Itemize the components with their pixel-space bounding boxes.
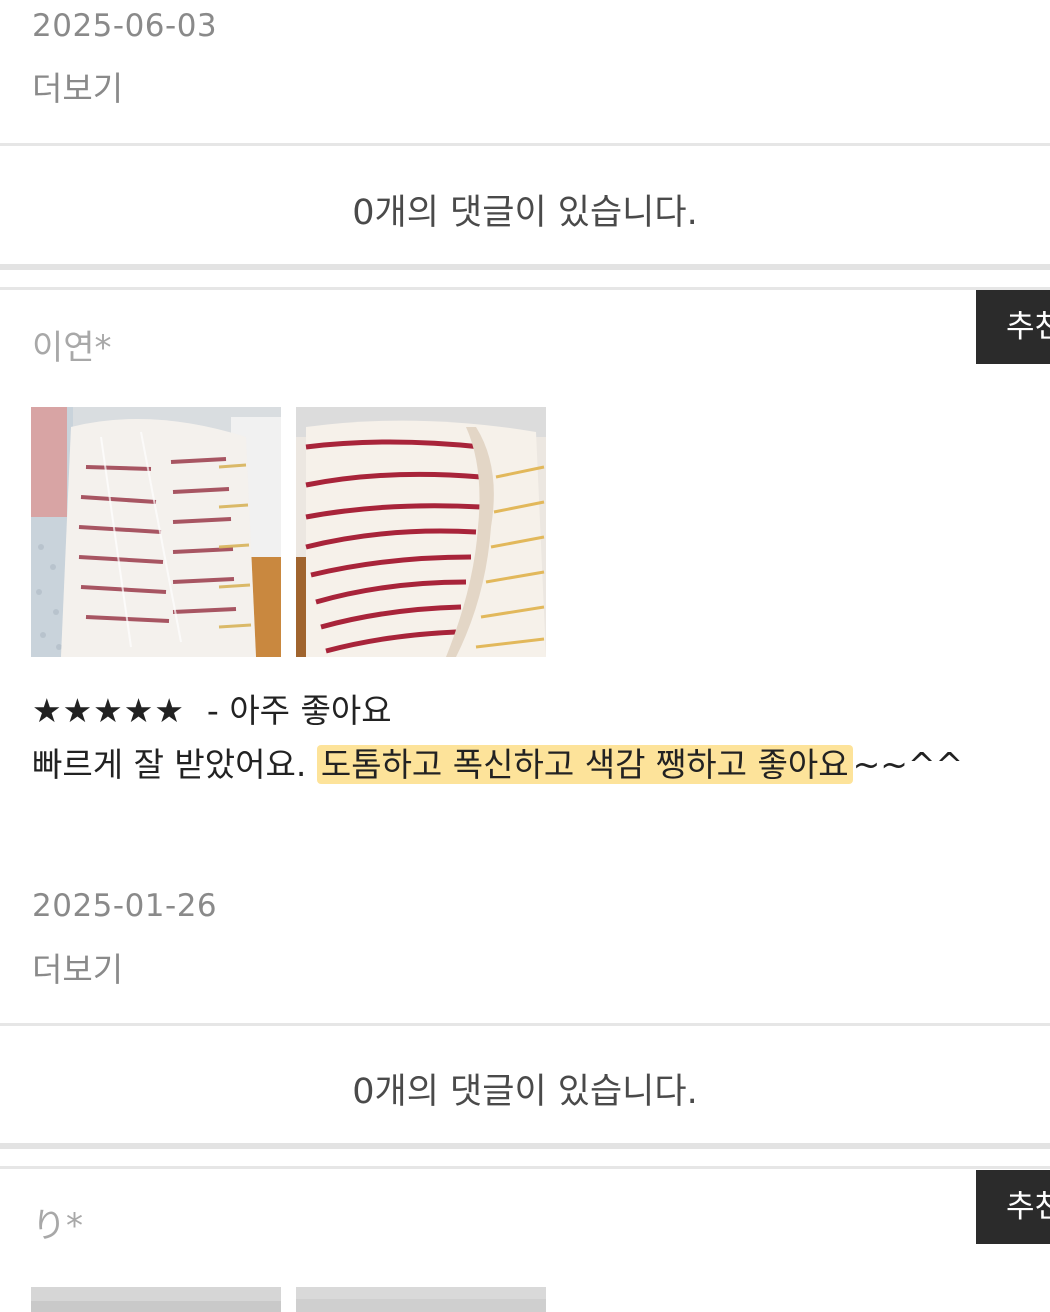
review-photo-2[interactable] — [296, 407, 546, 657]
review-photo-1[interactable] — [31, 1287, 281, 1312]
more-link[interactable]: 더보기 — [32, 62, 123, 110]
review-text-end: ~~^^ — [852, 745, 964, 784]
photo-thumbnail — [31, 1287, 281, 1312]
comments-button[interactable]: 0개의 댓글이 있습니다. — [0, 184, 1050, 235]
reviewer-name: り* — [32, 1206, 83, 1246]
more-link[interactable]: 더보기 — [32, 943, 123, 991]
review-photo-1[interactable] — [31, 407, 281, 657]
section-separator — [0, 264, 1050, 270]
review-body: 빠르게 잘 받았어요. 도톰하고 폭신하고 색감 쨍하고 좋아요 ~~^^ — [32, 738, 963, 786]
divider — [0, 287, 1050, 290]
highlighted-text: 도톰하고 폭신하고 색감 쨍하고 좋아요 — [316, 745, 853, 784]
review-date: 2025-06-03 — [32, 8, 218, 44]
recommend-button[interactable]: 추천 — [976, 290, 1050, 364]
review-date: 2025-01-26 — [32, 888, 218, 924]
divider — [0, 1023, 1050, 1026]
photo-thumbnail — [296, 1287, 546, 1312]
rating: ★★★★★ - 아주 좋아요 — [32, 684, 392, 732]
divider — [0, 1166, 1050, 1169]
star-rating-icon: ★★★★★ — [32, 691, 185, 730]
review-photo-2[interactable] — [296, 1287, 546, 1312]
striped-towel-photo — [296, 407, 546, 657]
section-separator — [0, 1143, 1050, 1149]
comments-button[interactable]: 0개의 댓글이 있습니다. — [0, 1063, 1050, 1114]
rating-text: - 아주 좋아요 — [206, 691, 392, 730]
reviewer-name: 이연* — [32, 328, 112, 368]
towel-bag-photo — [31, 407, 281, 657]
divider — [0, 143, 1050, 146]
recommend-button[interactable]: 추천 — [976, 1170, 1050, 1244]
review-text: 빠르게 잘 받았어요. — [32, 745, 317, 784]
